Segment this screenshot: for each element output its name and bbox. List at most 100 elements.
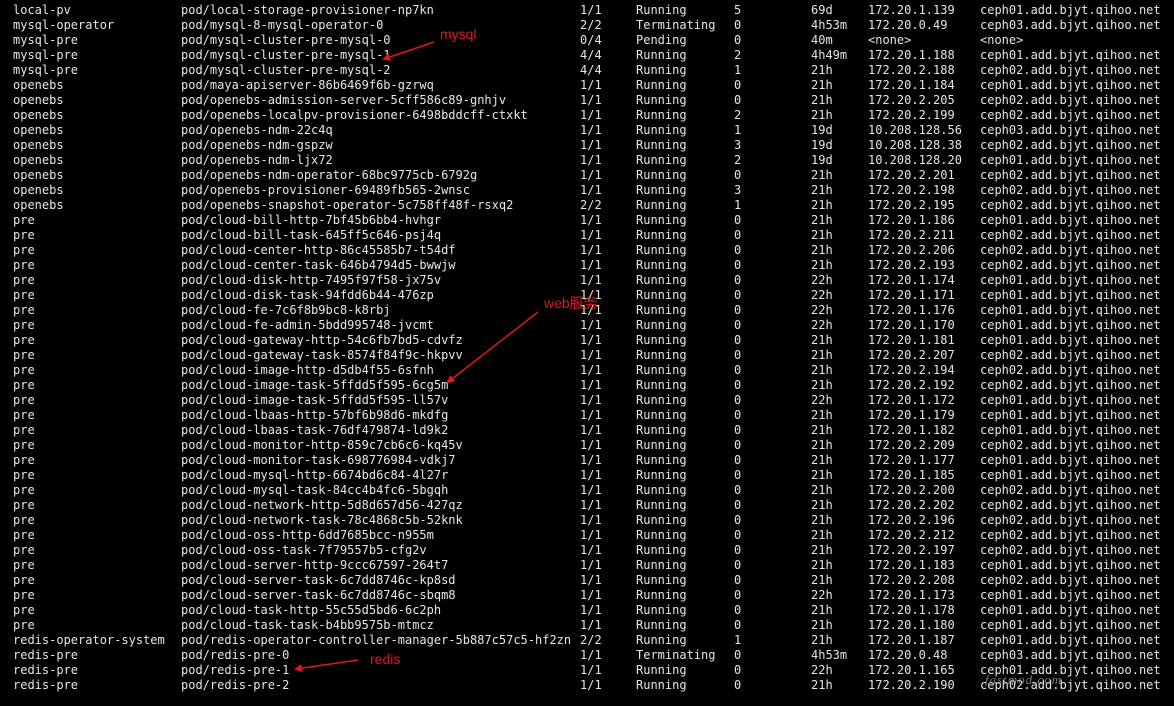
- age-cell: 21h: [811, 603, 833, 617]
- namespace-cell: redis-operator-system: [13, 633, 165, 647]
- table-row: pre pod/cloud-monitor-task-698776984-vdkj…: [0, 453, 1174, 468]
- table-row: redis-operator-system pod/redis-operator-…: [0, 633, 1174, 648]
- status-cell: Running: [636, 228, 687, 242]
- status-cell: Running: [636, 48, 687, 62]
- ip-cell: 172.20.1.165: [868, 663, 955, 677]
- age-cell: 21h: [811, 423, 833, 437]
- table-row: pre pod/cloud-server-http-9ccc67597-264t7…: [0, 558, 1174, 573]
- namespace-cell: pre: [13, 363, 35, 377]
- ip-cell: 172.20.1.139: [868, 3, 955, 17]
- table-row: redis-pre pod/redis-pre-0 1/1 Terminating 0 4…: [0, 648, 1174, 663]
- namespace-cell: mysql-pre: [13, 63, 79, 77]
- pod-name-cell: pod/cloud-image-http-d5db4f55-6sfnh: [181, 363, 434, 377]
- pod-name-cell: pod/cloud-gateway-task-8574f84f9c-hkpvv: [181, 348, 463, 362]
- ready-cell: 1/1: [580, 603, 602, 617]
- ready-cell: 1/1: [580, 108, 602, 122]
- ready-cell: 1/1: [580, 273, 602, 287]
- age-cell: 21h: [811, 618, 833, 632]
- age-cell: 40m: [811, 33, 833, 47]
- restarts-cell: 2: [734, 48, 742, 62]
- ready-cell: 1/1: [580, 318, 602, 332]
- ip-cell: 172.20.1.171: [868, 288, 955, 302]
- restarts-cell: 2: [734, 108, 742, 122]
- restarts-cell: 0: [734, 348, 742, 362]
- ip-cell: 172.20.2.198: [868, 183, 955, 197]
- age-cell: 21h: [811, 108, 833, 122]
- ready-cell: 1/1: [580, 378, 602, 392]
- ip-cell: 172.20.2.206: [868, 243, 955, 257]
- status-cell: Running: [636, 483, 687, 497]
- age-cell: 21h: [811, 243, 833, 257]
- table-row: openebs pod/openebs-ndm-ljx72 1/1 Running 2 1…: [0, 153, 1174, 168]
- age-cell: 21h: [811, 348, 833, 362]
- restarts-cell: 0: [734, 228, 742, 242]
- node-cell: ceph02.add.bjyt.qihoo.net: [980, 438, 1161, 452]
- ready-cell: 1/1: [580, 438, 602, 452]
- pod-name-cell: pod/redis-pre-1: [181, 663, 290, 677]
- age-cell: 19d: [811, 123, 833, 137]
- table-row: openebs pod/openebs-admission-server-5cff…: [0, 93, 1174, 108]
- restarts-cell: 0: [734, 498, 742, 512]
- status-cell: Running: [636, 138, 687, 152]
- node-cell: <none>: [980, 33, 1024, 47]
- node-cell: ceph01.add.bjyt.qihoo.net: [980, 288, 1161, 302]
- ip-cell: 172.20.2.209: [868, 438, 955, 452]
- pod-name-cell: pod/mysql-cluster-pre-mysql-1: [181, 48, 391, 62]
- ip-cell: 172.20.1.183: [868, 558, 955, 572]
- namespace-cell: pre: [13, 303, 35, 317]
- node-cell: ceph02.add.bjyt.qihoo.net: [980, 108, 1161, 122]
- namespace-cell: openebs: [13, 183, 64, 197]
- table-row: pre pod/cloud-disk-http-7495f97f58-jx75v 1…: [0, 273, 1174, 288]
- namespace-cell: pre: [13, 438, 35, 452]
- status-cell: Running: [636, 3, 687, 17]
- ready-cell: 1/1: [580, 138, 602, 152]
- table-row: pre pod/cloud-monitor-http-859c7cb6c6-kq4…: [0, 438, 1174, 453]
- ip-cell: 172.20.0.49: [868, 18, 948, 32]
- age-cell: 21h: [811, 78, 833, 92]
- status-cell: Running: [636, 528, 687, 542]
- ready-cell: 1/1: [580, 258, 602, 272]
- ip-cell: 172.20.2.211: [868, 228, 955, 242]
- restarts-cell: 0: [734, 303, 742, 317]
- namespace-cell: pre: [13, 318, 35, 332]
- status-cell: Running: [636, 678, 687, 692]
- ip-cell: 172.20.2.205: [868, 93, 955, 107]
- status-cell: Running: [636, 393, 687, 407]
- ip-cell: 172.20.2.188: [868, 63, 955, 77]
- status-cell: Running: [636, 273, 687, 287]
- namespace-cell: mysql-pre: [13, 33, 79, 47]
- node-cell: ceph01.add.bjyt.qihoo.net: [980, 618, 1161, 632]
- ready-cell: 1/1: [580, 558, 602, 572]
- node-cell: ceph02.add.bjyt.qihoo.net: [980, 348, 1161, 362]
- age-cell: 21h: [811, 168, 833, 182]
- restarts-cell: 0: [734, 513, 742, 527]
- node-cell: ceph03.add.bjyt.qihoo.net: [980, 18, 1161, 32]
- namespace-cell: pre: [13, 588, 35, 602]
- status-cell: Running: [636, 438, 687, 452]
- pod-name-cell: pod/openebs-ndm-operator-68bc9775cb-6792…: [181, 168, 478, 182]
- status-cell: Running: [636, 78, 687, 92]
- age-cell: 21h: [811, 438, 833, 452]
- namespace-cell: pre: [13, 468, 35, 482]
- node-cell: ceph02.add.bjyt.qihoo.net: [980, 498, 1161, 512]
- namespace-cell: pre: [13, 423, 35, 437]
- ip-cell: 172.20.1.186: [868, 213, 955, 227]
- status-cell: Running: [636, 108, 687, 122]
- restarts-cell: 0: [734, 18, 742, 32]
- pod-name-cell: pod/cloud-fe-admin-5bdd995748-jvcmt: [181, 318, 434, 332]
- age-cell: 21h: [811, 183, 833, 197]
- ip-cell: 172.20.1.182: [868, 423, 955, 437]
- ip-cell: 172.20.2.196: [868, 513, 955, 527]
- restarts-cell: 0: [734, 318, 742, 332]
- ready-cell: 1/1: [580, 498, 602, 512]
- namespace-cell: redis-pre: [13, 678, 79, 692]
- ready-cell: 1/1: [580, 123, 602, 137]
- namespace-cell: pre: [13, 288, 35, 302]
- age-cell: 4h53m: [811, 18, 848, 32]
- status-cell: Running: [636, 318, 687, 332]
- pod-name-cell: pod/openebs-provisioner-69489fb565-2wnsc: [181, 183, 470, 197]
- namespace-cell: pre: [13, 393, 35, 407]
- ready-cell: 1/1: [580, 528, 602, 542]
- node-cell: ceph02.add.bjyt.qihoo.net: [980, 243, 1161, 257]
- namespace-cell: pre: [13, 618, 35, 632]
